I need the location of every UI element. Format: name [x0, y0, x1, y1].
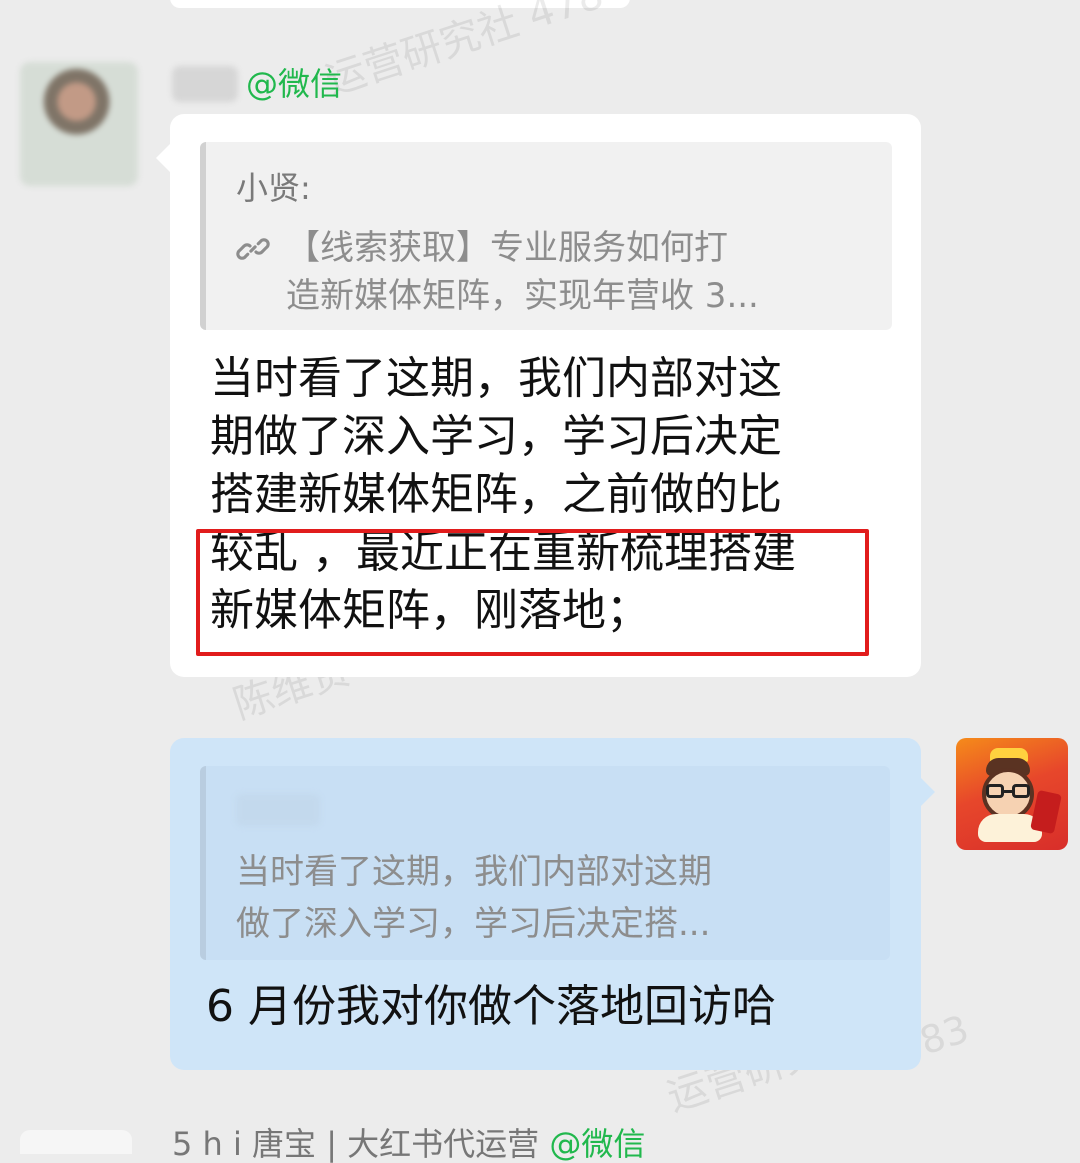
previous-message-tail — [170, 0, 630, 8]
blurred-sender-name — [172, 66, 238, 102]
quoted-link-text[interactable]: 【线索获取】专业服务如何打 造新媒体矩阵，实现年营收 3... — [286, 224, 759, 320]
link-icon — [236, 238, 270, 260]
self-avatar[interactable] — [956, 738, 1068, 850]
blurred-quoted-sender-name — [236, 794, 320, 826]
red-scroll-icon — [1030, 789, 1062, 835]
next-sender-avatar[interactable] — [20, 1130, 132, 1154]
watermark: 83 — [914, 1006, 974, 1064]
quoted-message-text[interactable]: 当时看了这期，我们内部对这期 做了深入学习，学习后决定搭... — [236, 846, 856, 950]
next-sender-info: 5 h i 唐宝 | 大红书代运营 @微信 — [172, 1128, 645, 1160]
next-sender-name: 5 h i 唐宝 | 大红书代运营 — [172, 1125, 540, 1163]
next-sender-platform-tag: @微信 — [549, 1125, 646, 1163]
outgoing-message-text: 6 月份我对你做个落地回访哈 — [206, 981, 776, 1032]
sender-info: @微信 — [172, 60, 342, 108]
incoming-message-text: 当时看了这期，我们内部对这 期做了深入学习，学习后决定 搭建新媒体矩阵，之前做的… — [210, 353, 796, 636]
quoted-message[interactable]: 当时看了这期，我们内部对这期 做了深入学习，学习后决定搭... — [200, 766, 890, 960]
sender-avatar[interactable] — [20, 62, 138, 186]
incoming-message-bubble[interactable]: 小贤: 【线索获取】专业服务如何打 造新媒体矩阵，实现年营收 3... 当时看了… — [156, 114, 921, 677]
quoted-sender-name: 小贤: — [236, 169, 311, 207]
sender-platform-tag: @微信 — [246, 65, 343, 103]
outgoing-message-bubble[interactable]: 当时看了这期，我们内部对这期 做了深入学习，学习后决定搭... 6 月份我对你做… — [170, 738, 935, 1070]
watermark: 运营研究社 478 — [319, 0, 610, 105]
glasses-icon — [986, 784, 1034, 800]
quoted-message[interactable]: 小贤: 【线索获取】专业服务如何打 造新媒体矩阵，实现年营收 3... — [200, 142, 892, 330]
quoted-link-row[interactable]: 【线索获取】专业服务如何打 造新媒体矩阵，实现年营收 3... — [236, 224, 856, 320]
